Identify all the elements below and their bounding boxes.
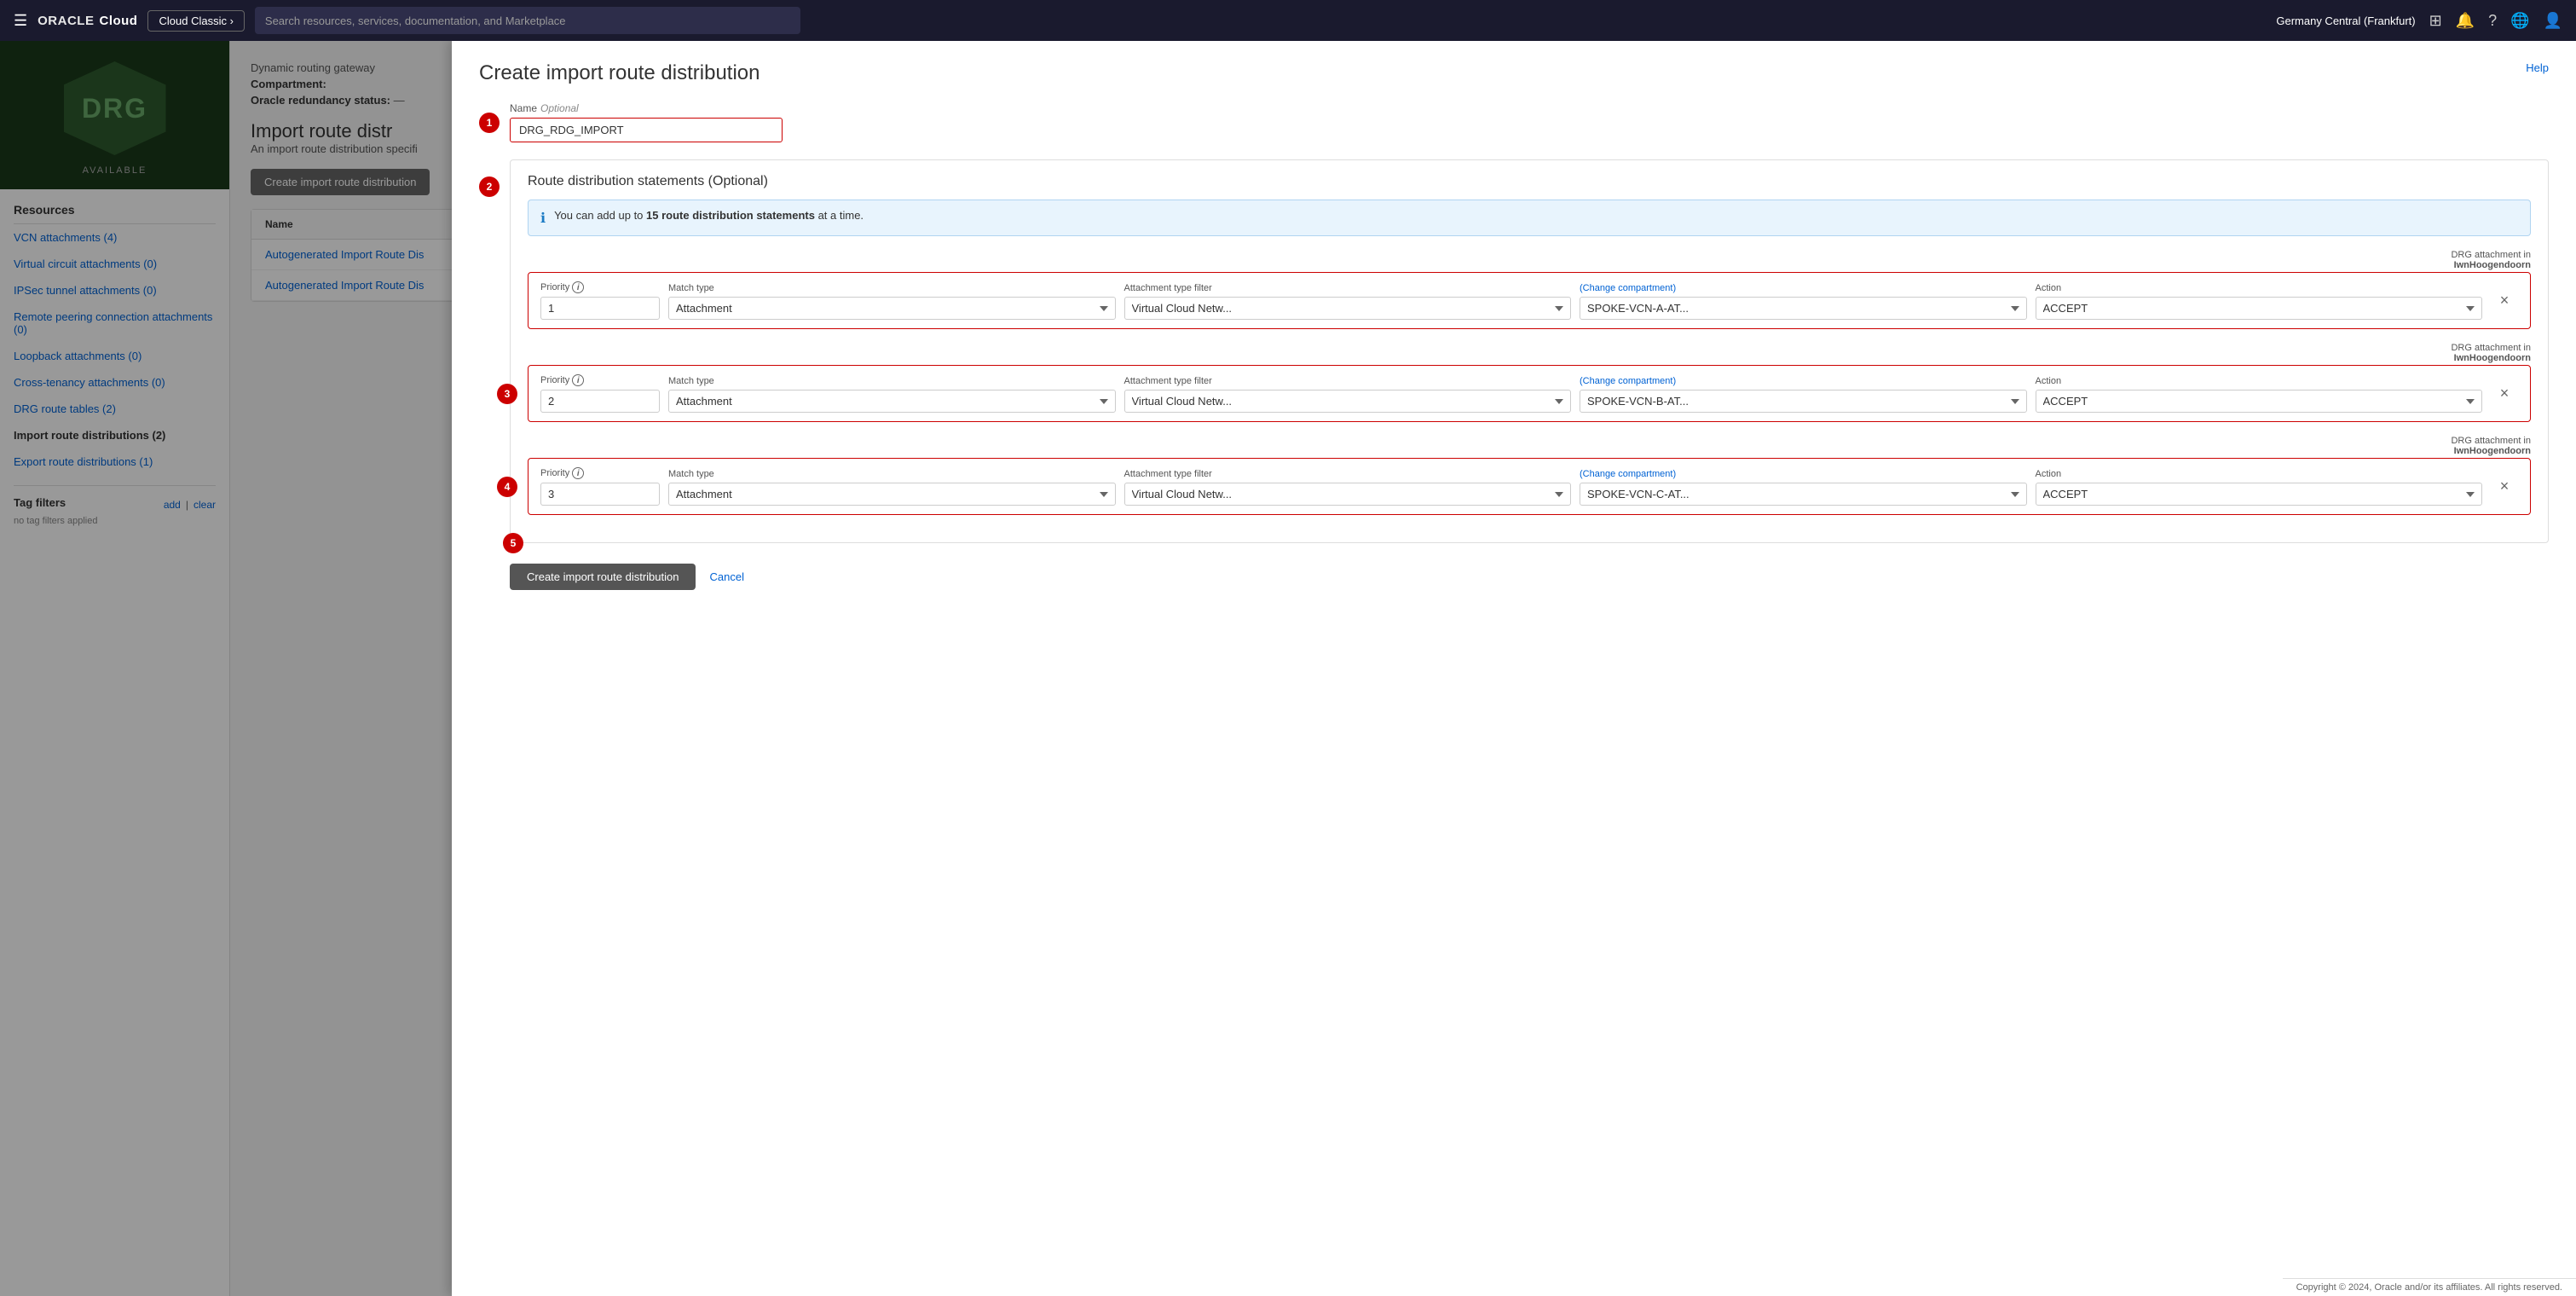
statement-fields-3: Priority i Match type Attachment (540, 467, 2518, 506)
change-compartment-link-1[interactable]: (Change compartment) (1580, 283, 1676, 293)
info-banner: ℹ You can add up to 15 route distributio… (528, 200, 2531, 236)
attachment-note-1: DRG attachment in IwnHoogendoorn (528, 250, 2531, 270)
name-label: Name Optional (510, 102, 2549, 114)
remove-statement-2-button[interactable]: × (2491, 385, 2518, 402)
step-4-badge: 4 (497, 477, 517, 497)
name-field: 1 Name Optional (479, 102, 2549, 142)
globe-icon[interactable]: 🌐 (2510, 12, 2529, 30)
priority-info-icon-2[interactable]: i (572, 374, 584, 386)
copyright-bar: Copyright © 2024, Oracle and/or its affi… (2283, 1278, 2576, 1296)
priority-info-icon[interactable]: i (572, 281, 584, 293)
statement-row-2: Priority i Match type Attachment (528, 365, 2531, 422)
create-import-route-distribution-button[interactable]: Create import route distribution (510, 564, 696, 590)
priority-input-1[interactable] (540, 297, 660, 320)
modal-footer: 5 Create import route distribution Cance… (510, 564, 2549, 590)
nav-right-icons: Germany Central (Frankfurt) ⊞ 🔔 ? 🌐 👤 (2276, 12, 2562, 30)
search-input[interactable] (255, 7, 800, 34)
info-text: You can add up to 15 route distribution … (554, 209, 863, 222)
priority-field-1: Priority i (540, 281, 660, 320)
step-2-badge: 2 (479, 176, 500, 197)
modal-help-link[interactable]: Help (2526, 61, 2549, 74)
priority-input-3[interactable] (540, 483, 660, 506)
priority-field-2: Priority i (540, 374, 660, 413)
statement-row-wrapper-1: Priority i Match type Attachment (528, 272, 2531, 329)
statement-row-1: Priority i Match type Attachment (528, 272, 2531, 329)
action-select-3[interactable]: ACCEPT (2036, 483, 2483, 506)
action-field-1: Action ACCEPT (2036, 283, 2483, 320)
attachment-filter-field-3: (Change compartment) SPOKE-VCN-C-AT... (1580, 469, 2027, 506)
match-type-field-3: Match type Attachment (668, 469, 1116, 506)
statements-section-wrapper: 2 Route distribution statements (Optiona… (479, 159, 2549, 590)
attachment-type-filter-field-3: Attachment type filter Virtual Cloud Net… (1124, 469, 1572, 506)
change-compartment-link-2[interactable]: (Change compartment) (1580, 376, 1676, 386)
attachment-filter-select-1[interactable]: SPOKE-VCN-A-AT... (1580, 297, 2027, 320)
oracle-logo: ORACLE Cloud (38, 14, 137, 28)
statement-fields-1: Priority i Match type Attachment (540, 281, 2518, 320)
attachment-filter-select-2[interactable]: SPOKE-VCN-B-AT... (1580, 390, 2027, 413)
attachment-filter-field-1: (Change compartment) SPOKE-VCN-A-AT... (1580, 283, 2027, 320)
modal-panel: Create import route distribution Help 1 … (452, 41, 2576, 1296)
remove-statement-3-button[interactable]: × (2491, 477, 2518, 495)
attachment-type-filter-field-2: Attachment type filter Virtual Cloud Net… (1124, 376, 1572, 413)
console-icon[interactable]: ⊞ (2429, 12, 2442, 30)
info-circle-icon: ℹ (540, 210, 546, 227)
attachment-type-select-2[interactable]: Virtual Cloud Netw... (1124, 390, 1572, 413)
attachment-note-2: DRG attachment in IwnHoogendoorn (528, 343, 2531, 363)
statement-fields-2: Priority i Match type Attachment (540, 374, 2518, 413)
step-3-badge: 3 (497, 384, 517, 404)
match-type-select-2[interactable]: Attachment (668, 390, 1116, 413)
priority-field-3: Priority i (540, 467, 660, 506)
action-field-2: Action ACCEPT (2036, 376, 2483, 413)
match-type-field-1: Match type Attachment (668, 283, 1116, 320)
step-1-badge: 1 (479, 113, 500, 133)
match-type-field-2: Match type Attachment (668, 376, 1116, 413)
statements-section: Route distribution statements (Optional)… (510, 159, 2549, 543)
match-type-select-3[interactable]: Attachment (668, 483, 1116, 506)
user-icon[interactable]: 👤 (2544, 12, 2562, 30)
step-5-badge: 5 (503, 533, 523, 553)
action-select-2[interactable]: ACCEPT (2036, 390, 2483, 413)
action-select-1[interactable]: ACCEPT (2036, 297, 2483, 320)
attachment-type-select-3[interactable]: Virtual Cloud Netw... (1124, 483, 1572, 506)
attachment-note-3: DRG attachment in IwnHoogendoorn (528, 436, 2531, 456)
statement-row-wrapper-3: 4 Priority i Match type (528, 458, 2531, 515)
statement-row-wrapper-2: 3 Priority i Match type (528, 365, 2531, 422)
attachment-filter-field-2: (Change compartment) SPOKE-VCN-B-AT... (1580, 376, 2027, 413)
bell-icon[interactable]: 🔔 (2456, 12, 2475, 30)
modal-top-bar: Create import route distribution Help (479, 61, 2549, 85)
hamburger-icon[interactable]: ☰ (14, 12, 27, 30)
match-type-select-1[interactable]: Attachment (668, 297, 1116, 320)
remove-statement-1-button[interactable]: × (2491, 292, 2518, 310)
action-field-3: Action ACCEPT (2036, 469, 2483, 506)
help-icon[interactable]: ? (2488, 12, 2497, 30)
name-input[interactable] (510, 118, 783, 142)
statement-row-3: Priority i Match type Attachment (528, 458, 2531, 515)
priority-info-icon-3[interactable]: i (572, 467, 584, 479)
modal-title: Create import route distribution (479, 61, 760, 85)
cancel-button[interactable]: Cancel (709, 570, 743, 583)
statements-section-title: Route distribution statements (Optional) (528, 174, 2531, 189)
change-compartment-link-3[interactable]: (Change compartment) (1580, 469, 1676, 479)
attachment-type-filter-field-1: Attachment type filter Virtual Cloud Net… (1124, 283, 1572, 320)
region-selector[interactable]: Germany Central (Frankfurt) (2276, 14, 2415, 27)
priority-input-2[interactable] (540, 390, 660, 413)
top-navigation: ☰ ORACLE Cloud Cloud Classic › Germany C… (0, 0, 2576, 41)
cloud-classic-button[interactable]: Cloud Classic › (147, 10, 244, 32)
attachment-filter-select-3[interactable]: SPOKE-VCN-C-AT... (1580, 483, 2027, 506)
attachment-type-select-1[interactable]: Virtual Cloud Netw... (1124, 297, 1572, 320)
